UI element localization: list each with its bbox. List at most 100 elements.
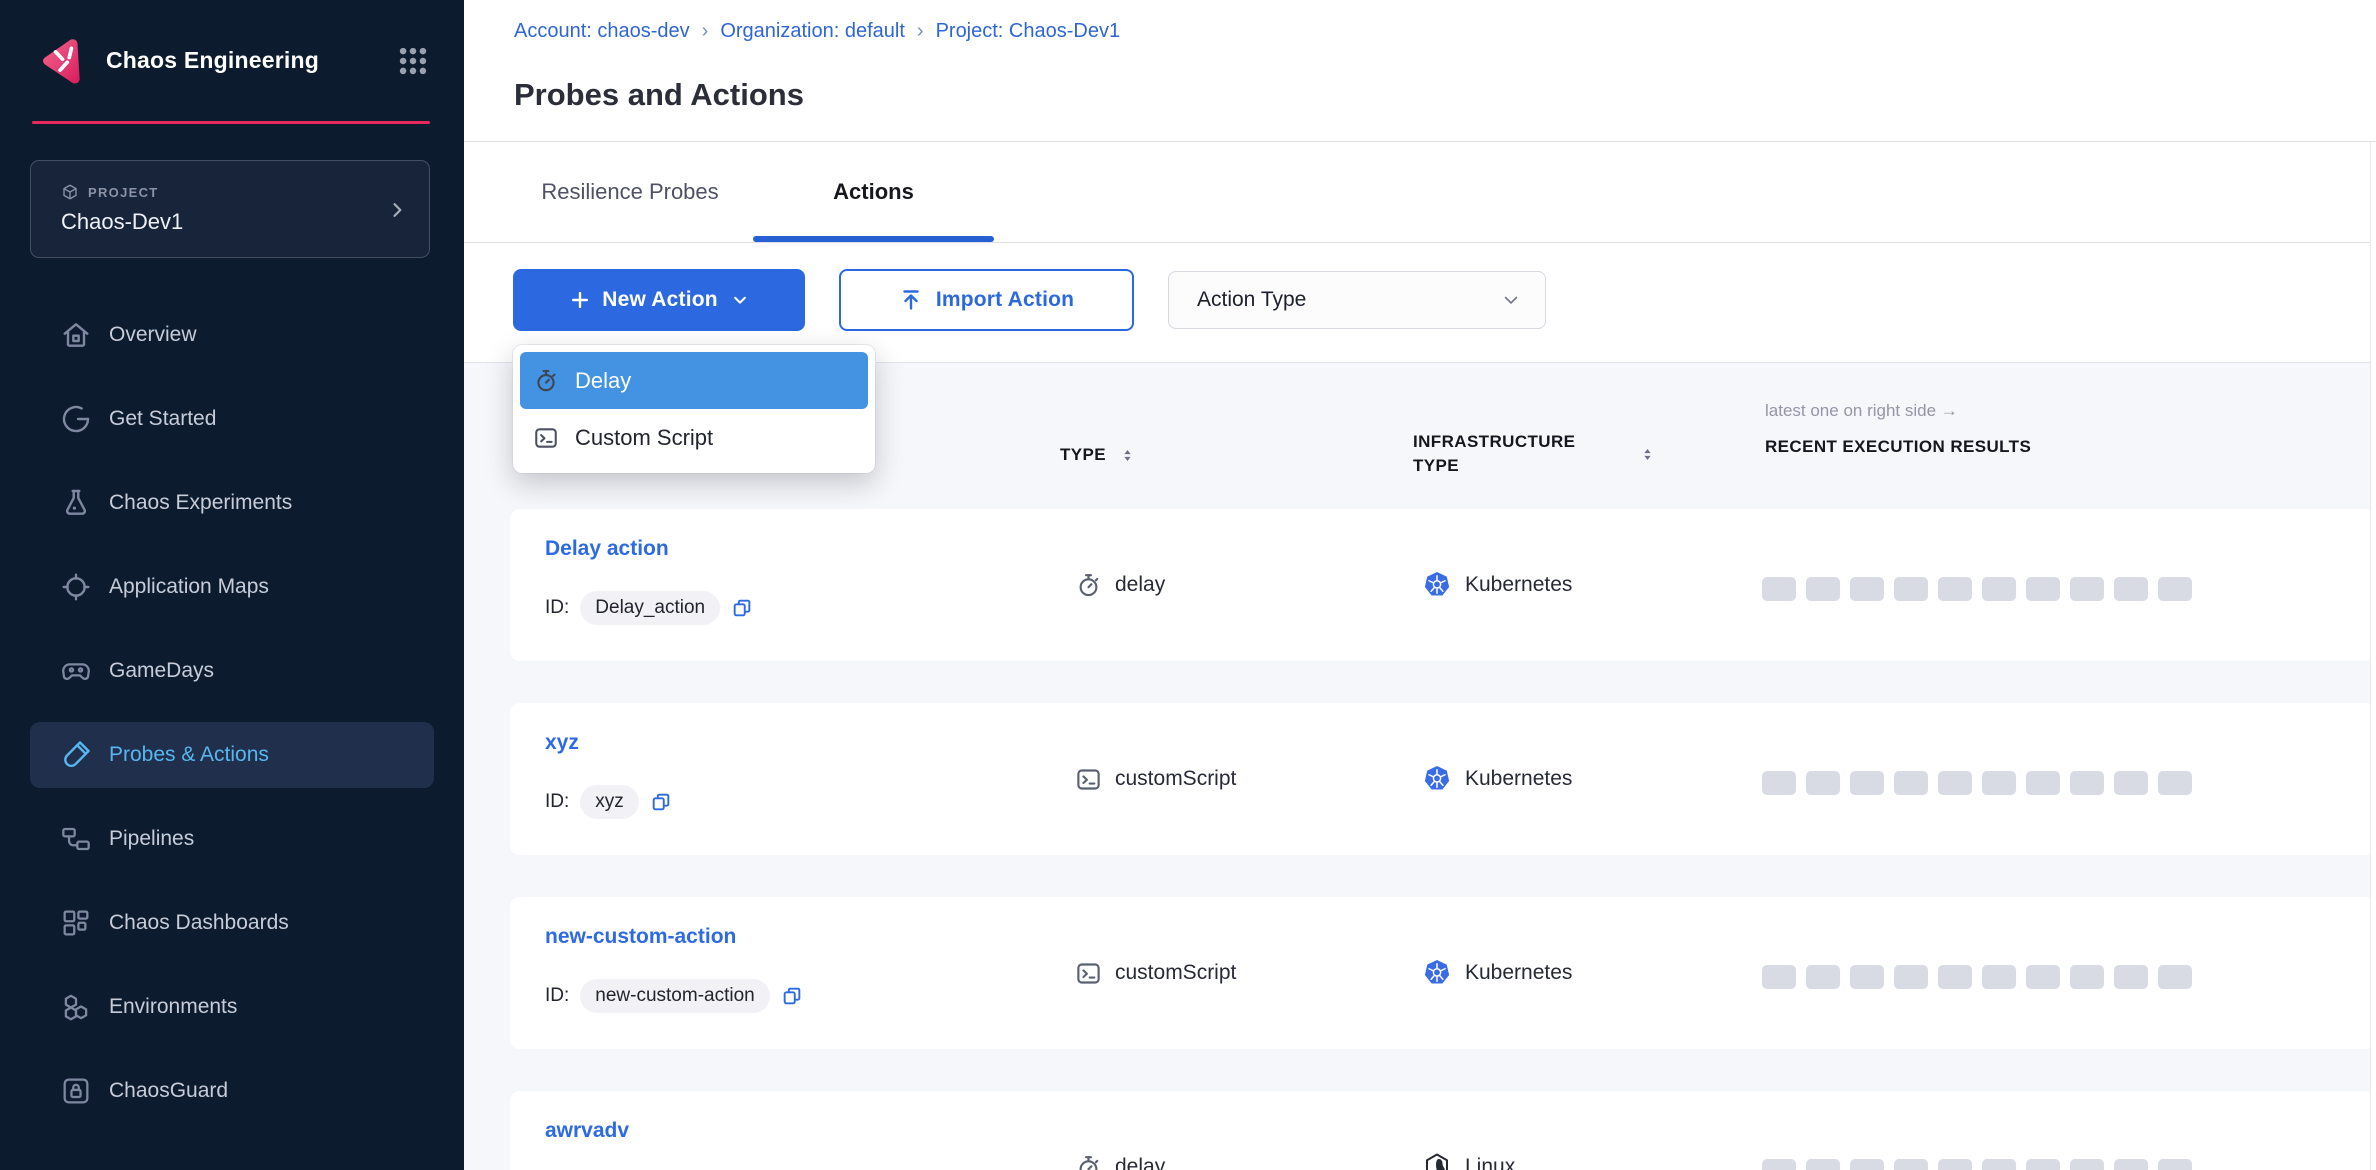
execution-result-placeholder bbox=[1982, 965, 2016, 989]
sidebar-item-label: Overview bbox=[109, 323, 197, 347]
recent-execution-results bbox=[1762, 577, 2192, 601]
execution-result-placeholder bbox=[1982, 577, 2016, 601]
sidebar-item-label: Probes & Actions bbox=[109, 743, 269, 767]
dashboard-icon bbox=[60, 907, 92, 939]
sidebar-item-gamedays[interactable]: GameDays bbox=[30, 638, 434, 704]
sidebar-item-label: GameDays bbox=[109, 659, 214, 683]
type-value: customScript bbox=[1115, 767, 1236, 791]
tab-actions[interactable]: Actions bbox=[753, 142, 994, 242]
execution-result-placeholder bbox=[2026, 1159, 2060, 1170]
execution-result-placeholder bbox=[2026, 965, 2060, 989]
infrastructure-cell: Linux bbox=[1422, 1091, 1515, 1170]
action-name-link[interactable]: new-custom-action bbox=[545, 925, 736, 949]
execution-result-placeholder bbox=[1806, 1159, 1840, 1170]
hexagons-icon bbox=[60, 991, 92, 1023]
results-hint: latest one on right side → bbox=[1765, 401, 1958, 421]
copy-icon[interactable] bbox=[650, 791, 672, 813]
action-type-select[interactable]: Action Type bbox=[1168, 271, 1546, 329]
kubernetes-icon bbox=[1422, 570, 1452, 600]
tab-label: Actions bbox=[833, 179, 914, 205]
sort-icon[interactable] bbox=[1640, 445, 1655, 464]
id-label: ID: bbox=[545, 597, 569, 619]
sidebar: Chaos Engineering PROJECT Chaos-Dev1 bbox=[0, 0, 464, 1170]
sidebar-item-chaos-dashboards[interactable]: Chaos Dashboards bbox=[30, 890, 434, 956]
app-switcher-grid-icon[interactable] bbox=[396, 44, 430, 78]
sidebar-item-probes-actions[interactable]: Probes & Actions bbox=[30, 722, 434, 788]
type-cell: delay bbox=[1075, 1091, 1165, 1170]
sidebar-item-chaos-experiments[interactable]: Chaos Experiments bbox=[30, 470, 434, 536]
menu-item-custom-script[interactable]: Custom Script bbox=[520, 409, 868, 466]
import-action-button[interactable]: Import Action bbox=[839, 269, 1134, 331]
menu-item-delay[interactable]: Delay bbox=[520, 352, 868, 409]
sidebar-item-label: Get Started bbox=[109, 407, 216, 431]
project-label: PROJECT bbox=[88, 185, 159, 200]
breadcrumb-link-1[interactable]: Organization: default bbox=[720, 20, 905, 43]
breadcrumb-link-2[interactable]: Project: Chaos-Dev1 bbox=[936, 20, 1121, 43]
breadcrumb-separator: › bbox=[917, 20, 924, 43]
sidebar-item-pipelines[interactable]: Pipelines bbox=[30, 806, 434, 872]
action-name-link[interactable]: Delay action bbox=[545, 537, 669, 561]
home-icon bbox=[60, 319, 92, 351]
execution-result-placeholder bbox=[2070, 965, 2104, 989]
execution-result-placeholder bbox=[1762, 577, 1796, 601]
execution-result-placeholder bbox=[1850, 577, 1884, 601]
recent-execution-results bbox=[1762, 1159, 2192, 1170]
page-title: Probes and Actions bbox=[514, 77, 804, 113]
sidebar-item-label: Pipelines bbox=[109, 827, 194, 851]
project-selector[interactable]: PROJECT Chaos-Dev1 bbox=[30, 160, 430, 258]
execution-result-placeholder bbox=[1762, 771, 1796, 795]
execution-result-placeholder bbox=[2114, 577, 2148, 601]
kubernetes-icon bbox=[1422, 764, 1452, 794]
sidebar-item-label: Application Maps bbox=[109, 575, 269, 599]
sidebar-item-overview[interactable]: Overview bbox=[30, 302, 434, 368]
chaos-engineering-logo-icon bbox=[34, 35, 88, 87]
type-cell: delay bbox=[1075, 509, 1165, 661]
new-action-label: New Action bbox=[602, 288, 718, 312]
action-id-row: ID:new-custom-action bbox=[545, 977, 803, 1015]
probe-icon bbox=[60, 739, 92, 771]
execution-result-placeholder bbox=[1894, 577, 1928, 601]
sidebar-item-application-maps[interactable]: Application Maps bbox=[30, 554, 434, 620]
column-header-infrastructure: INFRASTRUCTURE TYPE bbox=[1413, 430, 1618, 478]
execution-result-placeholder bbox=[2158, 965, 2192, 989]
sidebar-item-label: Chaos Experiments bbox=[109, 491, 292, 515]
infrastructure-value: Kubernetes bbox=[1465, 573, 1572, 597]
pipeline-icon bbox=[60, 823, 92, 855]
infrastructure-value: Kubernetes bbox=[1465, 961, 1572, 985]
table-row: awrvadv delay Linux bbox=[510, 1091, 2376, 1170]
id-label: ID: bbox=[545, 791, 569, 813]
column-header-type: TYPE bbox=[1060, 445, 1106, 465]
execution-result-placeholder bbox=[2158, 771, 2192, 795]
execution-result-placeholder bbox=[1850, 771, 1884, 795]
sort-icon[interactable] bbox=[1120, 446, 1135, 465]
infrastructure-cell: Kubernetes bbox=[1422, 703, 1572, 855]
import-icon bbox=[899, 288, 923, 312]
infrastructure-value: Linux bbox=[1465, 1155, 1515, 1170]
cube-icon bbox=[61, 183, 79, 201]
execution-result-placeholder bbox=[2026, 577, 2060, 601]
execution-result-placeholder bbox=[2070, 771, 2104, 795]
table-row: Delay action ID: Delay_action delay Kubernet… bbox=[510, 509, 2376, 661]
sidebar-item-environments[interactable]: Environments bbox=[30, 974, 434, 1040]
table-row: new-custom-action ID:new-custom-action cus… bbox=[510, 897, 2376, 1049]
copy-icon[interactable] bbox=[781, 985, 803, 1007]
type-cell: customScript bbox=[1075, 703, 1236, 855]
linux-icon bbox=[1422, 1152, 1452, 1170]
tab-resilience-probes[interactable]: Resilience Probes bbox=[510, 142, 750, 242]
execution-result-placeholder bbox=[1938, 771, 1972, 795]
stopwatch-icon bbox=[533, 368, 559, 394]
action-id-value: Delay_action bbox=[580, 591, 720, 625]
new-action-button[interactable]: New Action bbox=[513, 269, 805, 331]
execution-result-placeholder bbox=[1806, 771, 1840, 795]
type-value: customScript bbox=[1115, 961, 1236, 985]
execution-result-placeholder bbox=[1938, 965, 1972, 989]
breadcrumb-link-0[interactable]: Account: chaos-dev bbox=[514, 20, 690, 43]
action-type-label: Action Type bbox=[1197, 288, 1501, 312]
action-name-link[interactable]: xyz bbox=[545, 731, 579, 755]
sidebar-item-get-started[interactable]: Get Started bbox=[30, 386, 434, 452]
breadcrumb: Account: chaos-dev › Organization: default… bbox=[514, 20, 1120, 43]
sidebar-item-chaosguard[interactable]: ChaosGuard bbox=[30, 1058, 434, 1124]
action-id-value: xyz bbox=[580, 785, 639, 819]
action-name-link[interactable]: awrvadv bbox=[545, 1119, 629, 1143]
copy-icon[interactable] bbox=[731, 597, 753, 619]
